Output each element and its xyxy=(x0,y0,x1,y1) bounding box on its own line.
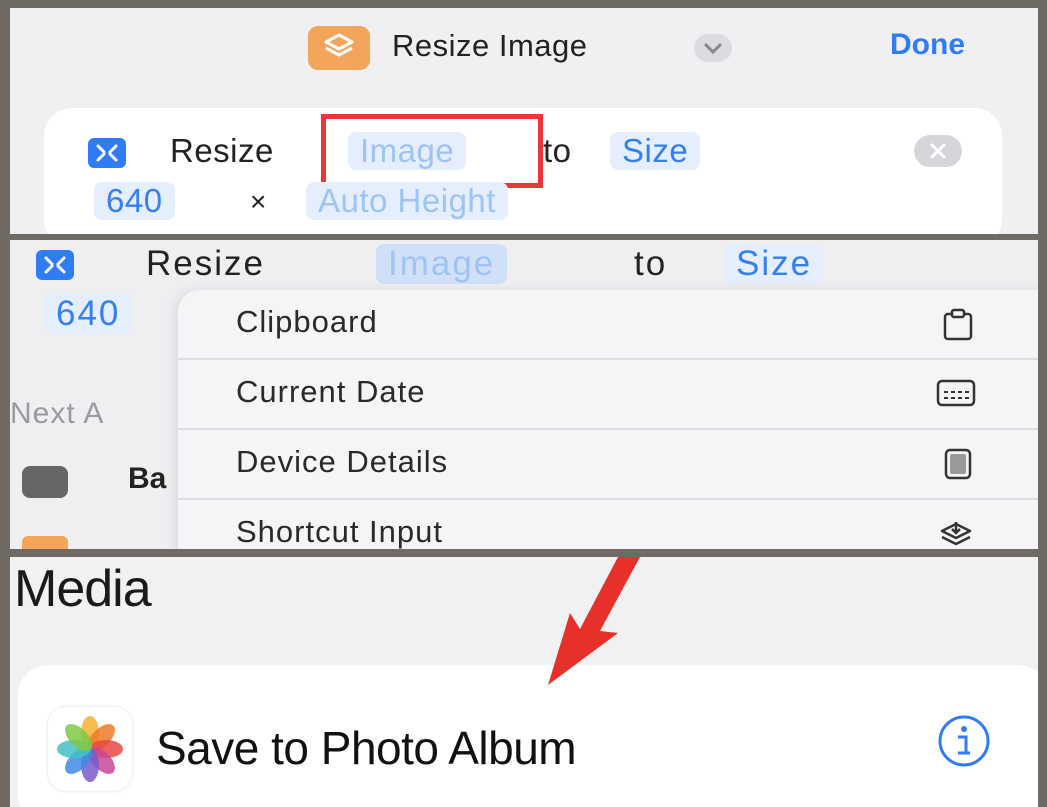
menu-item-device-details[interactable]: Device Details xyxy=(178,430,1038,500)
size-token[interactable]: Size xyxy=(610,132,701,170)
section-title: Media xyxy=(14,560,152,618)
action-verb: Resize xyxy=(170,132,274,169)
height-token[interactable]: Auto Height xyxy=(306,182,508,220)
highlight-box xyxy=(321,114,543,188)
resize-action-icon xyxy=(36,250,74,280)
photos-app-icon xyxy=(48,707,132,791)
suggested-action-label[interactable]: Ba xyxy=(128,462,166,496)
action-icon xyxy=(22,536,68,549)
action-verb: Resize xyxy=(146,244,265,283)
shortcut-title[interactable]: Resize Image xyxy=(392,28,588,64)
resize-image-editor-panel: Resize Image Done Resize Image to Size 6… xyxy=(10,8,1038,234)
next-action-label: Next A xyxy=(10,397,105,430)
action-to-label: to xyxy=(543,132,572,169)
calendar-icon xyxy=(936,378,976,413)
menu-item-label: Clipboard xyxy=(236,304,378,339)
variable-menu-panel: Resize Image to Size 640 Next A Ba Clipb… xyxy=(10,240,1038,549)
variable-menu: Clipboard Current Date Device Details Sh… xyxy=(178,290,1038,549)
device-icon xyxy=(940,448,976,485)
shortcut-layers-icon[interactable] xyxy=(308,26,370,70)
image-token-selected[interactable]: Image xyxy=(376,244,508,284)
menu-item-shortcut-input[interactable]: Shortcut Input xyxy=(178,500,1038,549)
menu-item-label: Device Details xyxy=(236,444,449,479)
media-actions-panel: Media Save to Photo Album xyxy=(10,557,1038,807)
info-icon[interactable] xyxy=(936,713,992,774)
menu-item-current-date[interactable]: Current Date xyxy=(178,360,1038,430)
times-label: × xyxy=(250,186,267,217)
clipboard-icon xyxy=(940,308,976,347)
chevron-down-icon[interactable] xyxy=(694,34,732,62)
menu-item-label: Current Date xyxy=(236,374,426,409)
menu-item-label: Shortcut Input xyxy=(236,514,444,549)
action-to-label: to xyxy=(634,244,668,283)
size-token[interactable]: Size xyxy=(724,244,825,284)
resize-action-icon xyxy=(88,138,126,168)
menu-item-clipboard[interactable]: Clipboard xyxy=(178,290,1038,360)
red-arrow-icon xyxy=(500,557,650,697)
clear-icon[interactable] xyxy=(914,135,962,167)
done-button[interactable]: Done xyxy=(890,28,965,62)
action-label: Save to Photo Album xyxy=(156,722,577,774)
action-icon xyxy=(22,466,68,498)
width-token[interactable]: 640 xyxy=(44,294,133,334)
width-token[interactable]: 640 xyxy=(94,182,175,220)
shortcut-input-icon xyxy=(936,518,976,549)
